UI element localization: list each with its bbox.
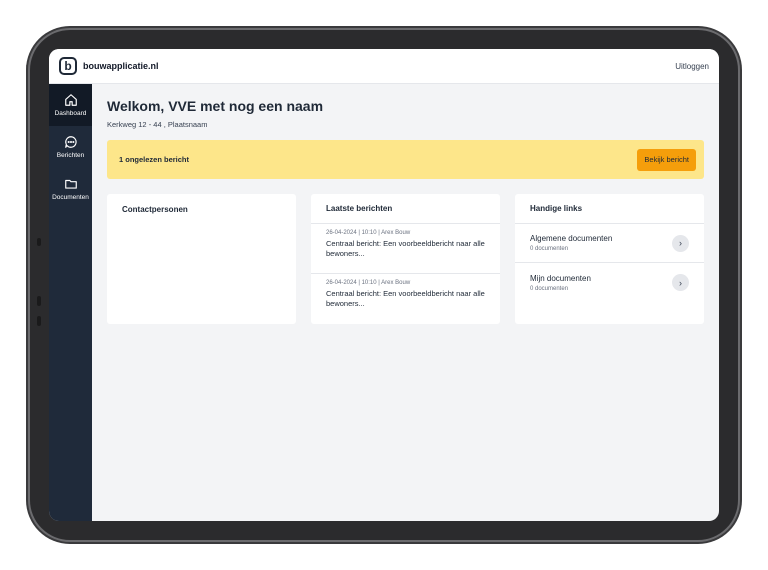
folder-icon <box>64 179 77 189</box>
sidebar-item-label: Documenten <box>52 194 89 201</box>
message-item[interactable]: 26-04-2024 | 10:10 | Arex Bouw Centraal … <box>311 274 500 324</box>
link-title: Mijn documenten <box>530 273 591 283</box>
link-general-documents[interactable]: Algemene documenten 0 documenten › <box>515 224 704 263</box>
sidebar-item-label: Berichten <box>56 152 85 159</box>
page-subtitle: Kerkweg 12 - 44 , Plaatsnaam <box>107 120 208 129</box>
sidebar: Dashboard Berichten Documenten <box>49 84 92 521</box>
brand-name[interactable]: bouwapplicatie.nl <box>83 61 159 71</box>
link-count: 0 documenten <box>530 285 569 292</box>
sidebar-item-documenten[interactable]: Documenten <box>49 168 92 210</box>
chat-icon <box>64 136 77 148</box>
link-title: Algemene documenten <box>530 234 613 243</box>
page-title: Welkom, VVE met nog een naam <box>107 98 324 114</box>
chevron-right-icon[interactable]: › <box>672 274 689 291</box>
logo-icon[interactable]: b <box>59 57 77 75</box>
sidebar-item-dashboard[interactable]: Dashboard <box>49 84 92 126</box>
message-item[interactable]: 26-04-2024 | 10:10 | Arex Bouw Centraal … <box>311 224 500 274</box>
message-body: Centraal bericht: Een voorbeeldbericht n… <box>326 239 485 259</box>
message-meta: 26-04-2024 | 10:10 | Arex Bouw <box>326 230 411 236</box>
link-text: Mijn documenten 0 documenten <box>530 274 672 292</box>
card-title: Handige links <box>515 194 704 224</box>
unread-alert: 1 ongelezen bericht Bekijk bericht <box>107 140 704 179</box>
link-my-documents[interactable]: Mijn documenten 0 documenten › <box>515 263 704 302</box>
top-bar: b bouwapplicatie.nl Uitloggen <box>49 49 719 84</box>
chevron-right-icon[interactable]: › <box>672 234 689 252</box>
sidebar-item-berichten[interactable]: Berichten <box>49 126 92 168</box>
home-icon <box>64 94 77 106</box>
app-screen: b bouwapplicatie.nl Uitloggen Dashboard … <box>49 49 719 521</box>
main-content: Welkom, VVE met nog een naam Kerkweg 12 … <box>92 84 719 521</box>
card-title: Laatste berichten <box>311 194 500 224</box>
contacts-card: Contactpersonen <box>107 194 296 324</box>
card-title: Contactpersonen <box>122 204 188 214</box>
sidebar-item-label: Dashboard <box>54 110 87 117</box>
link-text: Algemene documenten 0 documenten <box>530 234 672 252</box>
message-meta: 26-04-2024 | 10:10 | Arex Bouw <box>326 280 411 286</box>
links-card: Handige links Algemene documenten 0 docu… <box>515 194 704 324</box>
messages-card: Laatste berichten 26-04-2024 | 10:10 | A… <box>311 194 500 324</box>
message-body: Centraal bericht: Een voorbeeldbericht n… <box>326 289 485 309</box>
logout-link[interactable]: Uitloggen <box>675 62 709 71</box>
view-message-button[interactable]: Bekijk bericht <box>637 148 696 171</box>
alert-text: 1 ongelezen bericht <box>119 155 190 164</box>
link-count: 0 documenten <box>530 246 569 252</box>
